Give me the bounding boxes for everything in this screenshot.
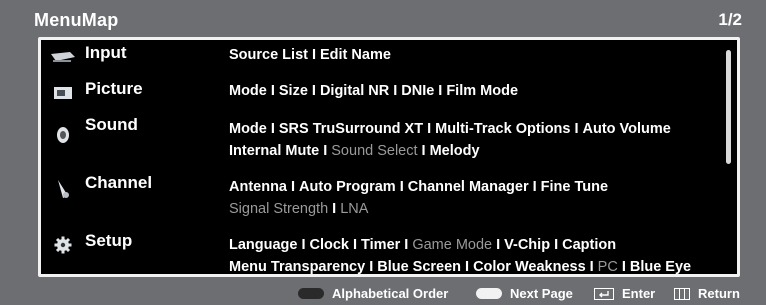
menu-item[interactable]: Edit Name (320, 47, 391, 63)
item-separator: I (532, 179, 537, 195)
input-icon (49, 46, 77, 68)
item-separator: I (421, 143, 426, 159)
scrollbar[interactable] (726, 50, 731, 164)
item-separator: I (311, 83, 316, 99)
item-separator: I (589, 259, 594, 275)
menu-item[interactable]: Fine Tune (541, 179, 608, 195)
item-separator: I (438, 83, 443, 99)
category-items: Signal Strength I LNA (229, 201, 368, 217)
sound-icon (49, 124, 77, 146)
item-separator: I (554, 237, 559, 253)
menu-item[interactable]: Menu Transparency (229, 259, 365, 274)
menu-item[interactable]: Auto Volume (583, 121, 671, 137)
item-separator: I (465, 259, 470, 275)
title-bar: MenuMap 1/2 (0, 0, 766, 36)
item-separator: I (574, 121, 579, 137)
menu-item[interactable]: Signal Strength (229, 201, 328, 217)
category-name: Input (85, 43, 127, 62)
return-hint[interactable]: Return (674, 286, 740, 301)
menu-item[interactable]: Antenna (229, 179, 287, 195)
category-name: Setup (85, 231, 133, 250)
item-separator: I (291, 179, 296, 195)
item-separator: I (393, 83, 398, 99)
menu-item[interactable]: Color Weakness (473, 259, 586, 274)
menu-item[interactable]: Auto Program (299, 179, 396, 195)
menu-item[interactable]: Blue Screen (377, 259, 461, 274)
menu-item[interactable]: SRS TruSurround XT (279, 121, 423, 137)
category-items: Mode I SRS TruSurround XT I Multi-Track Opti… (229, 121, 671, 137)
menu-item[interactable]: Digital NR (320, 83, 389, 99)
menu-item[interactable]: Mode (229, 121, 267, 137)
return-label: Return (698, 286, 740, 301)
menu-item[interactable]: DNIe (401, 83, 434, 99)
category-items: Language I Clock I Timer I Game Mode I V-Chip I Ca… (229, 237, 616, 253)
enter-hint[interactable]: Enter (594, 286, 655, 301)
item-separator: I (301, 237, 306, 253)
menu-item[interactable]: Size (279, 83, 308, 99)
item-separator: I (369, 259, 374, 275)
menu-item[interactable]: Multi-Track Options (435, 121, 570, 137)
menu-item[interactable]: Melody (430, 143, 480, 159)
menu-item[interactable]: V-Chip (504, 237, 550, 253)
menu-item[interactable]: PC (598, 259, 618, 274)
footer-legend: Alphabetical Order Next Page Enter Retur… (0, 283, 766, 303)
item-separator: I (621, 259, 626, 275)
category-items: Mode I Size I Digital NR I DNIe I Film Mode (229, 83, 518, 99)
next-page-hint[interactable]: Next Page (476, 286, 573, 301)
menu-item[interactable]: Clock (310, 237, 350, 253)
category-name: Picture (85, 79, 143, 98)
alphabetical-order-label: Alphabetical Order (332, 286, 449, 301)
category-name: Channel (85, 173, 153, 192)
page-indicator: 1/2 (718, 10, 742, 29)
menu-item[interactable]: Film Mode (446, 83, 518, 99)
item-separator: I (353, 237, 358, 253)
alphabetical-order-hint[interactable]: Alphabetical Order (298, 286, 448, 301)
enter-icon (594, 287, 614, 300)
menu-item[interactable]: Caption (562, 237, 616, 253)
setup-icon (49, 234, 77, 256)
item-separator: I (270, 83, 275, 99)
item-separator: I (427, 121, 432, 137)
enter-label: Enter (622, 286, 656, 301)
category-name: Sound (85, 115, 138, 134)
menu-item[interactable]: Timer (361, 237, 400, 253)
item-separator: I (323, 143, 328, 159)
menu-item[interactable]: Blue Eye (630, 259, 691, 274)
channel-icon (49, 178, 77, 200)
menu-item[interactable]: Language (229, 237, 297, 253)
item-separator: I (311, 47, 316, 63)
next-page-label: Next Page (510, 286, 573, 301)
page-title: MenuMap (34, 10, 119, 30)
menu-item[interactable]: Game Mode (412, 237, 492, 253)
item-separator: I (332, 201, 337, 217)
menu-item[interactable]: Channel Manager (408, 179, 529, 195)
menu-map-panel: Input Source List I Edit Name Picture Mode… (38, 37, 740, 277)
menu-item[interactable]: Internal Mute (229, 143, 319, 159)
item-separator: I (399, 179, 404, 195)
red-button-icon (298, 288, 324, 299)
picture-icon (49, 82, 77, 104)
item-separator: I (404, 237, 409, 253)
category-items: Antenna I Auto Program I Channel Manager I Fin… (229, 179, 608, 195)
return-icon (674, 287, 690, 300)
category-items: Source List I Edit Name (229, 47, 391, 63)
menu-item[interactable]: Sound Select (331, 143, 417, 159)
item-separator: I (496, 237, 501, 253)
item-separator: I (270, 121, 275, 137)
menu-item[interactable]: Mode (229, 83, 267, 99)
menu-item[interactable]: LNA (340, 201, 368, 217)
category-items: Internal Mute I Sound Select I Melody (229, 143, 480, 159)
next-page-button-icon (476, 288, 502, 299)
menu-item[interactable]: Source List (229, 47, 308, 63)
category-items: Menu Transparency I Blue Screen I Color Weak… (229, 259, 691, 275)
